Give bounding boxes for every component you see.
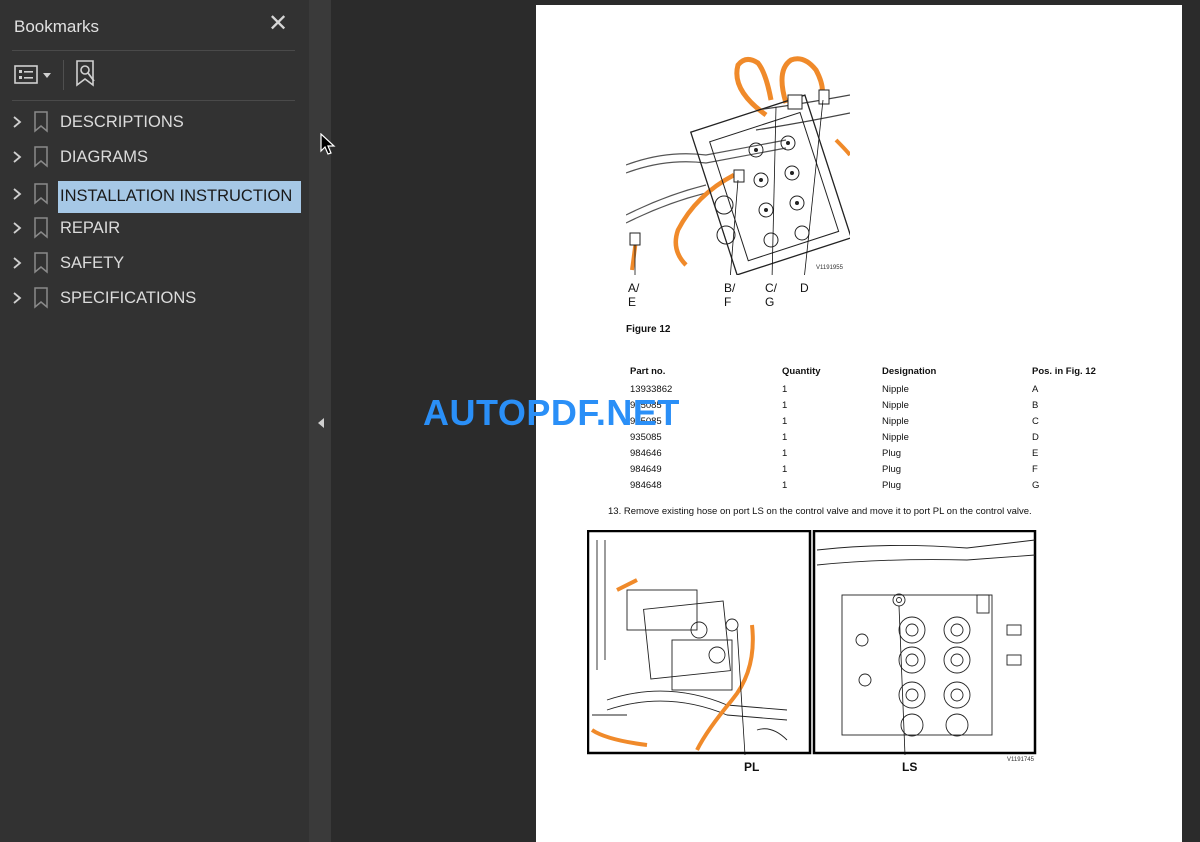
ports-photo-figure xyxy=(587,530,1037,755)
close-icon[interactable]: ✕ xyxy=(266,12,290,36)
chevron-right-icon[interactable] xyxy=(10,186,24,202)
chevron-right-icon[interactable] xyxy=(10,149,24,165)
bookmark-installation-instruction[interactable]: INSTALLATION INSTRUCTION xyxy=(0,181,309,215)
cell-position: C xyxy=(1032,416,1039,427)
collapse-panel-icon[interactable] xyxy=(316,416,326,430)
figure-12-illustration xyxy=(626,56,850,275)
callout-c-g: C/ G xyxy=(765,281,777,309)
header-position: Pos. in Fig. 12 xyxy=(1032,366,1096,377)
cell-designation: Plug xyxy=(882,448,902,459)
cell-designation: Plug xyxy=(882,464,902,475)
bookmark-label: SPECIFICATIONS xyxy=(60,289,197,307)
callout-d: D xyxy=(800,281,809,295)
watermark-text: AUTOPDF.NET xyxy=(423,392,680,433)
bookmark-descriptions[interactable]: DESCRIPTIONS xyxy=(0,105,309,139)
cell-part-no: 984648 xyxy=(630,480,662,491)
bookmark-label: DIAGRAMS xyxy=(60,148,149,166)
toolbar-separator xyxy=(63,60,64,90)
find-bookmark-icon[interactable] xyxy=(74,59,98,89)
mouse-cursor-icon xyxy=(320,133,336,155)
chevron-right-icon[interactable] xyxy=(10,290,24,306)
header-quantity: Quantity xyxy=(782,366,821,377)
cell-part-no: 984646 xyxy=(630,448,662,459)
bookmark-icon xyxy=(34,217,48,239)
header-designation: Designation xyxy=(882,366,937,377)
bookmark-icon xyxy=(34,287,48,309)
cell-designation: Nipple xyxy=(882,400,909,411)
bookmarks-panel: Bookmarks ✕ DESCRIPTIONS DIAGRAMS INSTAL… xyxy=(0,0,309,842)
cell-position: B xyxy=(1032,400,1039,411)
cell-quantity: 1 xyxy=(782,400,788,411)
chevron-right-icon[interactable] xyxy=(10,114,24,130)
bookmark-label: DESCRIPTIONS xyxy=(60,113,184,131)
cell-quantity: 1 xyxy=(782,416,788,427)
chevron-right-icon[interactable] xyxy=(10,220,24,236)
figure-image-id: V1191745 xyxy=(1007,757,1034,763)
cell-quantity: 1 xyxy=(782,480,788,491)
cell-quantity: 1 xyxy=(782,464,788,475)
chevron-right-icon[interactable] xyxy=(10,255,24,271)
figure-image-id: V1191955 xyxy=(816,265,843,271)
cell-position: F xyxy=(1032,464,1038,475)
cell-position: D xyxy=(1032,432,1039,443)
cell-position: E xyxy=(1032,448,1039,459)
bookmark-safety[interactable]: SAFETY xyxy=(0,246,309,280)
cell-designation: Nipple xyxy=(882,416,909,427)
cell-designation: Nipple xyxy=(882,384,909,395)
bookmarks-toolbar xyxy=(0,54,309,98)
bookmark-label: REPAIR xyxy=(60,219,121,237)
divider xyxy=(12,100,295,101)
cell-position: G xyxy=(1032,480,1040,491)
cell-position: A xyxy=(1032,384,1039,395)
bookmark-label: SAFETY xyxy=(60,254,125,272)
figure-caption: Figure 12 xyxy=(626,324,671,335)
cell-part-no: 984649 xyxy=(630,464,662,475)
cell-designation: Nipple xyxy=(882,432,909,443)
bookmark-specifications[interactable]: SPECIFICATIONS xyxy=(0,281,309,315)
bookmark-icon xyxy=(34,146,48,168)
cell-quantity: 1 xyxy=(782,432,788,443)
bookmark-icon xyxy=(34,111,48,133)
bookmark-diagrams[interactable]: DIAGRAMS xyxy=(0,140,309,174)
cell-quantity: 1 xyxy=(782,384,788,395)
cell-designation: Plug xyxy=(882,480,902,491)
port-ls-label: LS xyxy=(902,760,918,774)
callout-b-f: B/ F xyxy=(724,281,736,309)
bookmark-repair[interactable]: REPAIR xyxy=(0,211,309,245)
bookmark-icon xyxy=(34,252,48,274)
options-menu-icon[interactable] xyxy=(14,62,54,88)
bookmarks-header: Bookmarks ✕ xyxy=(0,0,309,50)
bookmark-label: INSTALLATION INSTRUCTION xyxy=(58,181,301,213)
port-pl-label: PL xyxy=(744,760,760,774)
cell-quantity: 1 xyxy=(782,448,788,459)
bookmark-icon xyxy=(34,183,48,205)
header-part-no: Part no. xyxy=(630,366,666,377)
divider xyxy=(12,50,295,51)
callout-a-e: A/ E xyxy=(628,281,640,309)
step-13-text: 13. Remove existing hose on port LS on t… xyxy=(608,506,1032,517)
panel-title: Bookmarks xyxy=(14,17,100,36)
